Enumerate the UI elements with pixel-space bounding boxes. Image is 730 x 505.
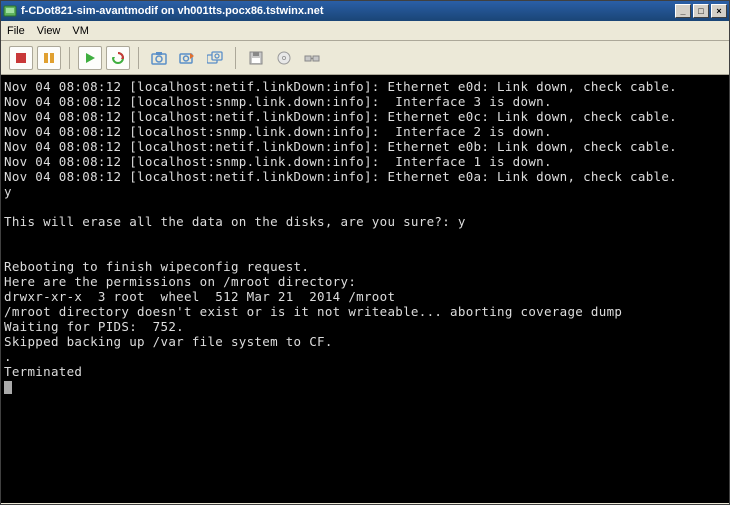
- console-text: Nov 04 08:08:12 [localhost:netif.linkDow…: [4, 79, 677, 379]
- titlebar[interactable]: f-CDot821-sim-avantmodif on vh001tts.poc…: [1, 1, 729, 21]
- maximize-button[interactable]: □: [693, 4, 709, 18]
- toolbar: [1, 41, 729, 75]
- app-icon: [3, 4, 17, 18]
- close-button[interactable]: ×: [711, 4, 727, 18]
- cursor: [4, 381, 12, 394]
- play-button[interactable]: [78, 46, 102, 70]
- menubar: File View VM: [1, 21, 729, 41]
- snapshot-button[interactable]: [147, 46, 171, 70]
- menu-view[interactable]: View: [37, 25, 61, 37]
- manage-snapshots-button[interactable]: [203, 46, 227, 70]
- toolbar-separator: [69, 47, 70, 69]
- window-buttons: _ □ ×: [675, 4, 727, 18]
- menu-file[interactable]: File: [7, 25, 25, 37]
- toolbar-separator: [138, 47, 139, 69]
- minimize-button[interactable]: _: [675, 4, 691, 18]
- network-button[interactable]: [300, 46, 324, 70]
- floppy-button[interactable]: [244, 46, 268, 70]
- cd-button[interactable]: [272, 46, 296, 70]
- stop-button[interactable]: [9, 46, 33, 70]
- menu-vm[interactable]: VM: [72, 25, 89, 37]
- pause-button[interactable]: [37, 46, 61, 70]
- console-output[interactable]: Nov 04 08:08:12 [localhost:netif.linkDow…: [1, 75, 729, 503]
- window-title: f-CDot821-sim-avantmodif on vh001tts.poc…: [21, 5, 675, 17]
- toolbar-separator: [235, 47, 236, 69]
- refresh-button[interactable]: [106, 46, 130, 70]
- revert-snapshot-button[interactable]: [175, 46, 199, 70]
